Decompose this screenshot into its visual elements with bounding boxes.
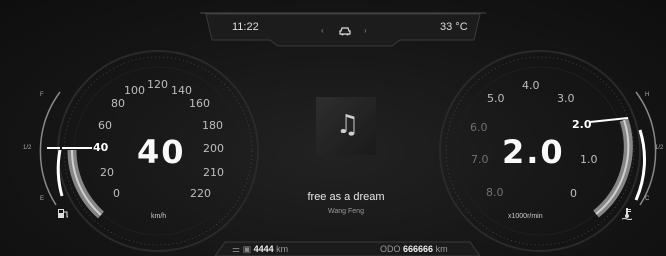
speed-tick-220: 220: [190, 187, 211, 200]
range-unit: km: [276, 244, 289, 254]
music-note-icon: ♫: [336, 110, 360, 140]
song-title: free as a dream: [307, 191, 385, 203]
rpm-tick-1: 1.0: [580, 153, 598, 166]
instrument-cluster: 11:22 33 °C ‹ › F 1/2 E 0 20 40 60 80 10…: [0, 0, 666, 256]
coolant-hot-label: H: [645, 92, 650, 98]
speed-readout: 40: [137, 133, 186, 171]
speed-tick-40: 40: [93, 141, 109, 154]
rpm-tick-8: 8.0: [486, 186, 504, 199]
speed-tick-140: 140: [171, 84, 192, 97]
rpm-tick-5: 5.0: [487, 92, 505, 105]
range-readout: ⚌ ▣ 4444 km: [232, 244, 288, 255]
fuel-half-label: 1/2: [23, 145, 32, 151]
range-value: 4444: [253, 244, 274, 254]
artist-name: Wang Feng: [328, 208, 364, 215]
fuel-pump-icon: [56, 206, 70, 225]
rpm-tick-3: 3.0: [557, 92, 575, 105]
speed-tick-80: 80: [111, 97, 125, 110]
rpm-readout: 2.0: [502, 133, 565, 171]
odo-label: ODO: [380, 244, 401, 254]
chevron-left-icon[interactable]: ‹: [321, 26, 324, 35]
speed-tick-160: 160: [189, 97, 210, 110]
album-art[interactable]: ♫: [316, 97, 376, 155]
speed-tick-0: 0: [113, 187, 120, 200]
rpm-tick-0: 0: [570, 187, 577, 200]
outside-temperature: 33 °C: [440, 21, 468, 33]
rpm-tick-6: 6.0: [470, 121, 488, 134]
speed-tick-20: 20: [100, 166, 114, 179]
rpm-tick-4: 4.0: [522, 79, 540, 92]
odo-unit: km: [435, 244, 448, 254]
speed-tick-120: 120: [147, 78, 168, 91]
chevron-right-icon[interactable]: ›: [364, 26, 367, 35]
speed-unit: km/h: [151, 213, 167, 220]
fuel-range-icon: ⚌ ▣: [232, 244, 254, 254]
speed-tick-210: 210: [203, 166, 224, 179]
odo-value: 666666: [403, 244, 434, 254]
rpm-tick-7: 7.0: [471, 153, 489, 166]
fuel-full-label: F: [40, 92, 44, 98]
coolant-half-label: 1/2: [655, 145, 664, 151]
speed-tick-60: 60: [98, 119, 112, 132]
car-icon[interactable]: [339, 23, 351, 36]
rpm-unit: x1000r/min: [508, 213, 543, 220]
coolant-cold-label: C: [645, 196, 650, 202]
coolant-temp-icon: [620, 206, 634, 225]
odometer: ODO 666666 km: [380, 244, 448, 254]
rpm-tick-2: 2.0: [572, 118, 592, 131]
speed-tick-100: 100: [124, 84, 145, 97]
speed-tick-180: 180: [202, 119, 223, 132]
speed-tick-200: 200: [203, 142, 224, 155]
clock: 11:22: [232, 21, 259, 33]
fuel-empty-label: E: [40, 196, 45, 202]
